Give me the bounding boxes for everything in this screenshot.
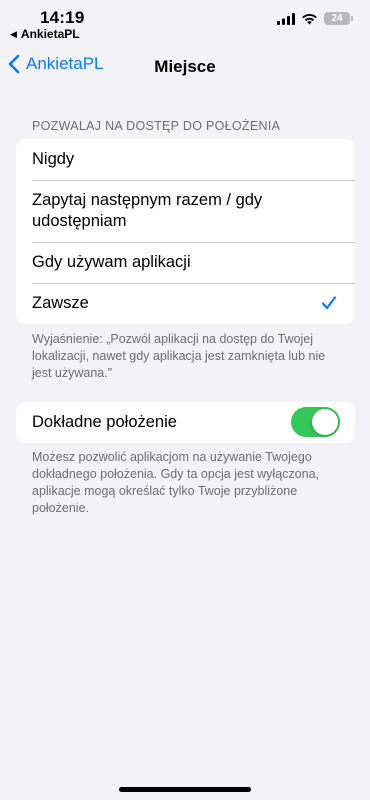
option-label: Gdy używam aplikacji [32, 253, 191, 271]
back-app-label: AnkietaPL [20, 27, 80, 41]
navigation-bar: AnkietaPL Miejsce [0, 48, 370, 88]
precise-location-group: Dokładne położenie [16, 402, 355, 443]
checkmark-icon [321, 296, 337, 310]
precise-location-row: Dokładne położenie [16, 402, 355, 443]
status-time: 14:19 [40, 8, 85, 27]
battery-icon: 24 [324, 12, 353, 25]
location-access-footer: Wyjaśnienie: „Pozwól aplikacji na dostęp… [32, 332, 326, 380]
wifi-icon [302, 13, 317, 24]
precise-location-toggle[interactable] [291, 407, 340, 437]
precise-location-label: Dokładne położenie [32, 413, 177, 431]
option-label: Zapytaj następnym razem / gdy udostępnia… [32, 191, 263, 230]
status-icons: 24 [277, 12, 353, 25]
option-label: Nigdy [32, 150, 75, 168]
precise-location-footer: Możesz pozwolić aplikacjom na używanie T… [32, 450, 319, 515]
back-triangle-icon: ◀ [10, 28, 17, 39]
back-to-app-link[interactable]: ◀ AnkietaPL [10, 27, 80, 41]
toggle-knob [312, 409, 338, 435]
option-while-using[interactable]: Gdy używam aplikacji [16, 242, 355, 283]
location-access-header: POZWALAJ NA DOSTĘP DO POŁOŻENIA [32, 119, 281, 133]
option-always[interactable]: Zawsze [16, 283, 355, 324]
option-ask-next-time[interactable]: Zapytaj następnym razem / gdy udostępnia… [16, 180, 355, 242]
location-access-options: Nigdy Zapytaj następnym razem / gdy udos… [16, 139, 355, 324]
option-label: Zawsze [32, 294, 89, 312]
cellular-signal-icon [277, 12, 295, 25]
status-bar: 14:19 ◀ AnkietaPL 24 [0, 0, 370, 44]
home-indicator[interactable] [119, 787, 251, 792]
page-title: Miejsce [154, 57, 216, 76]
option-never[interactable]: Nigdy [16, 139, 355, 180]
